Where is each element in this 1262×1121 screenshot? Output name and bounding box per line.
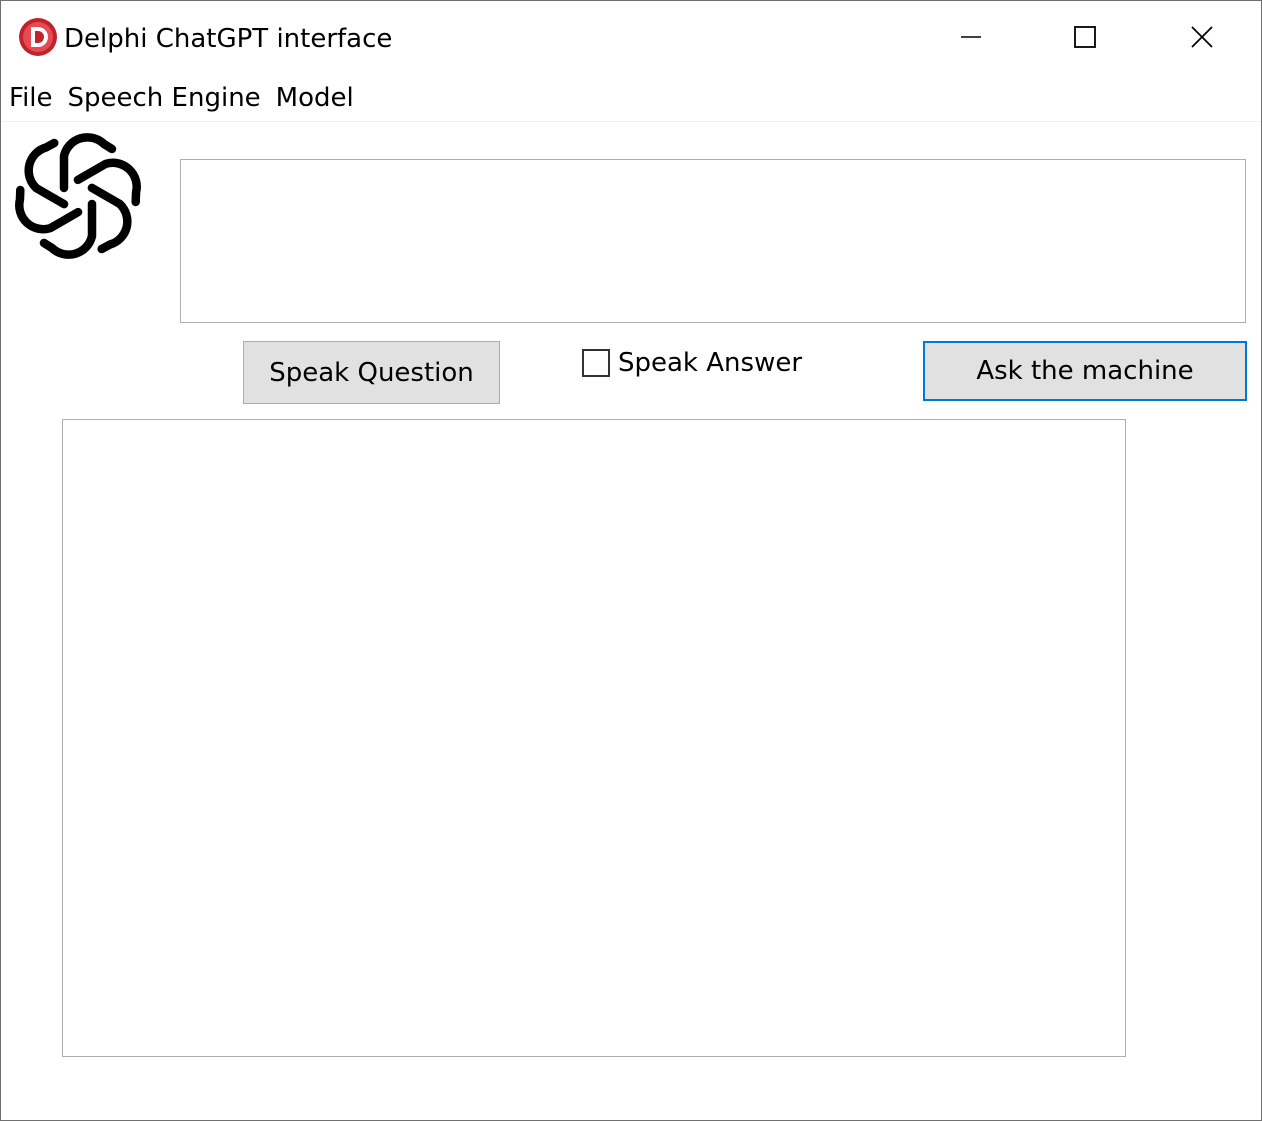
title-bar[interactable]: Delphi ChatGPT interface xyxy=(1,1,1261,73)
openai-logo-icon xyxy=(15,133,141,259)
speak-answer-checkbox[interactable]: Speak Answer xyxy=(582,345,802,381)
delphi-logo-icon xyxy=(19,18,57,56)
speak-question-button[interactable]: Speak Question xyxy=(243,341,500,404)
maximize-button[interactable] xyxy=(1027,1,1143,73)
menu-bar: File Speech Engine Model xyxy=(1,75,1261,122)
speak-answer-checkbox-box[interactable] xyxy=(582,349,610,377)
window-title: Delphi ChatGPT interface xyxy=(64,24,393,54)
close-button[interactable] xyxy=(1144,1,1260,73)
minimize-icon xyxy=(961,36,981,38)
minimize-button[interactable] xyxy=(913,1,1029,73)
menu-speech-engine[interactable]: Speech Engine xyxy=(60,75,268,121)
speak-answer-label: Speak Answer xyxy=(618,348,803,378)
menu-model[interactable]: Model xyxy=(268,75,361,121)
maximize-icon xyxy=(1074,26,1096,48)
menu-file[interactable]: File xyxy=(1,75,60,121)
ask-the-machine-button[interactable]: Ask the machine xyxy=(923,341,1247,401)
question-input[interactable] xyxy=(180,159,1246,323)
main-window: Delphi ChatGPT interface File Speech Eng… xyxy=(0,0,1262,1121)
close-icon xyxy=(1191,26,1213,48)
answer-output[interactable] xyxy=(62,419,1126,1057)
